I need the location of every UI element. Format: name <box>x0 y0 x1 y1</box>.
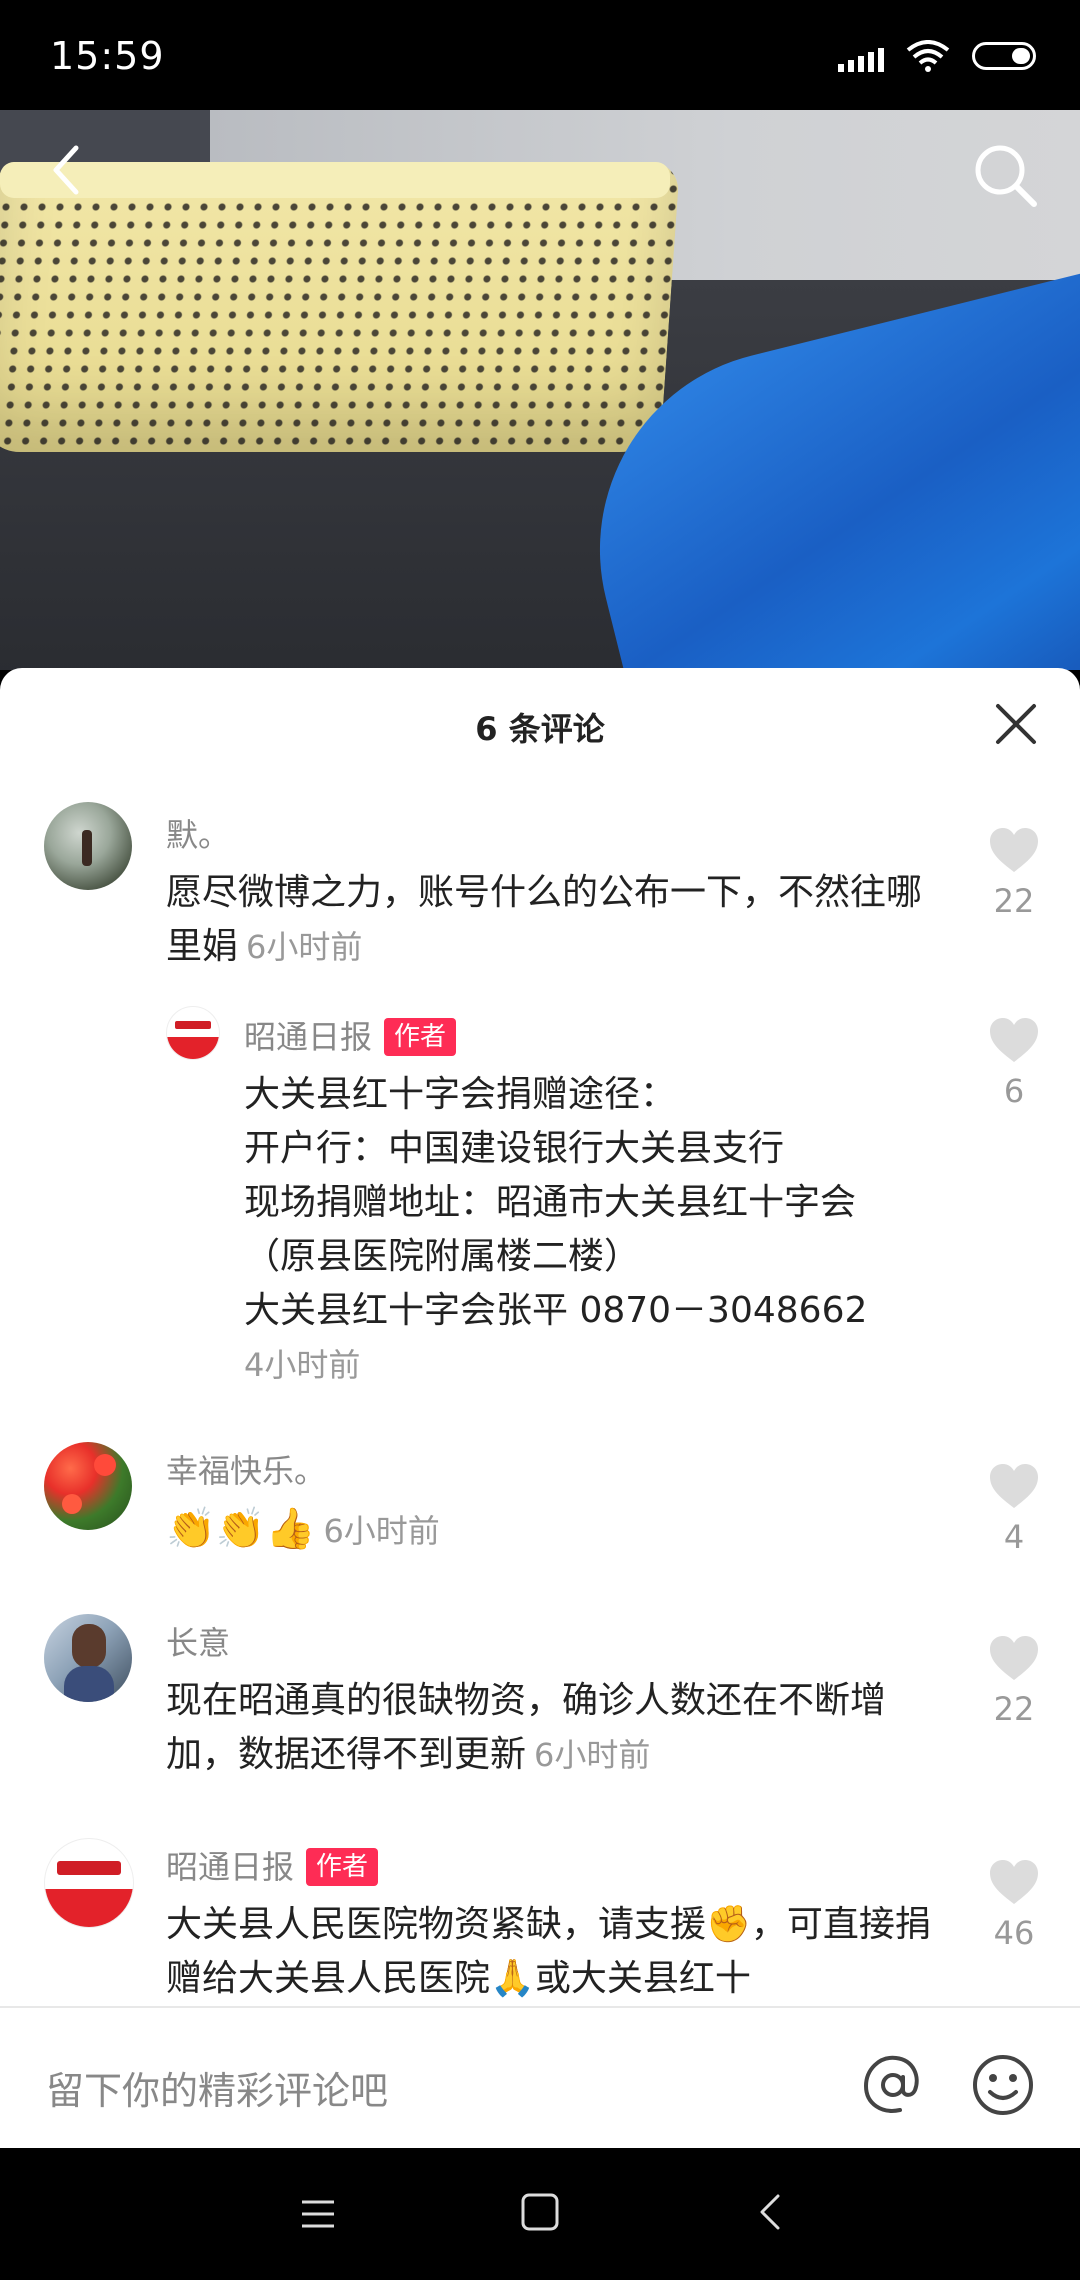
like-count: 6 <box>1003 1072 1025 1110</box>
comment-username[interactable]: 长意 <box>166 1618 230 1664</box>
comments-count-title: 6 条评论 <box>475 710 605 748</box>
sheet-header: 6 条评论 <box>0 668 1080 778</box>
like-count: 22 <box>993 1690 1035 1728</box>
like-count: 4 <box>1003 1518 1025 1556</box>
status-bar: 15:59 <box>0 0 1080 110</box>
avatar[interactable] <box>44 696 132 784</box>
comment-line: 大关县红十字会捐赠途径： <box>244 1074 677 1115</box>
comment-text[interactable]: 大关县人民医院物资紧缺，请支援✊，可直接捐赠给大关县人民医院🙏或大关县红十 <box>166 1898 956 2004</box>
fist-emoji: ✊ <box>706 1904 751 1945</box>
nav-back-icon[interactable] <box>752 2192 792 2232</box>
comment-line: 现场捐赠地址：昭通市大关县红十字会 <box>244 1182 857 1223</box>
wifi-icon <box>906 40 950 72</box>
comment-line: 开户行：中国建设银行大关县支行 <box>244 1128 785 1169</box>
comment-time: 6小时前 <box>323 1512 440 1550</box>
author-avatar[interactable] <box>166 1006 220 1060</box>
avatar[interactable] <box>44 802 132 890</box>
comment-username[interactable]: 昭通日报 作者 <box>244 1012 457 1058</box>
like-button[interactable]: 4 <box>974 1462 1054 1556</box>
author-badge: 作者 <box>306 1848 379 1886</box>
heart-icon <box>990 1636 1038 1680</box>
like-button[interactable]: 46 <box>974 1858 1054 1952</box>
comment-username[interactable]: 幸福快乐。 <box>166 1446 326 1492</box>
menu-icon[interactable] <box>300 2196 336 2232</box>
battery-icon <box>972 42 1036 70</box>
comment-input-bar: 留下你的精彩评论吧 <box>0 2006 1080 2150</box>
comment-body: 或大关县红十 <box>534 1958 751 1999</box>
comment-body: 大关县人民医院物资紧缺，请支援 <box>166 1904 707 1945</box>
avatar[interactable] <box>44 1614 132 1702</box>
clap-emoji: 👏 <box>166 1506 216 1552</box>
comment-body: 现在昭通真的很缺物资，确诊人数还在不断增加，数据还得不到更新 <box>166 1680 887 1775</box>
back-icon[interactable] <box>40 142 96 198</box>
author-name: 昭通日报 <box>244 1018 373 1056</box>
home-icon[interactable] <box>520 2192 560 2232</box>
clap-emoji: 👏 <box>215 1506 266 1552</box>
comment-item-clipped: 昭通日报 作者 大关县人民医院物资紧缺，请支援✊，可直接捐赠给大关县人民医院🙏或大… <box>0 1830 1080 2004</box>
heart-icon <box>990 1018 1038 1062</box>
video-basket-rim <box>0 162 670 198</box>
search-icon[interactable] <box>970 140 1040 210</box>
author-name: 昭通日报 <box>166 1848 295 1886</box>
status-icons <box>838 40 1036 72</box>
heart-icon <box>990 1860 1038 1904</box>
author-badge: 作者 <box>384 1018 457 1056</box>
like-button[interactable]: 6 <box>974 1016 1054 1110</box>
thumbs-up-emoji: 👍 <box>265 1506 316 1552</box>
comment-time: 6小时前 <box>534 1736 651 1774</box>
heart-icon <box>990 1464 1038 1508</box>
comment-username[interactable]: 默。 <box>166 810 230 856</box>
video-basket <box>0 162 681 452</box>
signal-icon <box>838 40 884 72</box>
comment-line: （原县医院附属楼二楼） <box>244 1236 641 1277</box>
system-nav-bar <box>0 2148 1080 2280</box>
like-count: 46 <box>993 1914 1035 1952</box>
avatar[interactable] <box>44 1442 132 1530</box>
status-time: 15:59 <box>50 34 165 78</box>
comment-text[interactable]: 👏👏👍 6小时前 <box>166 1502 946 1558</box>
comment-text[interactable]: 愿尽微博之力，账号什么的公布一下，不然往哪里娟 6小时前 <box>166 866 946 974</box>
comment-text[interactable]: 大关县红十字会捐赠途径： 开户行：中国建设银行大关县支行 现场捐赠地址：昭通市大… <box>244 1068 944 1392</box>
at-mention-icon[interactable] <box>860 2052 926 2118</box>
video-preview[interactable] <box>0 110 1080 670</box>
emoji-icon[interactable] <box>970 2052 1036 2118</box>
author-avatar[interactable] <box>44 1838 134 1928</box>
comment-line: 大关县红十字会张平 0870－3048662 <box>244 1290 868 1331</box>
close-icon[interactable] <box>994 702 1038 746</box>
comment-time: 4小时前 <box>244 1346 361 1384</box>
comment-username[interactable]: 昭通日报 作者 <box>166 1842 379 1888</box>
heart-icon <box>990 828 1038 872</box>
pray-emoji: 🙏 <box>490 1958 535 1999</box>
comment-text[interactable]: 现在昭通真的很缺物资，确诊人数还在不断增加，数据还得不到更新 6小时前 <box>166 1674 956 1782</box>
comment-input[interactable]: 留下你的精彩评论吧 <box>46 2060 388 2115</box>
comment-time: 6小时前 <box>246 928 363 966</box>
like-button[interactable]: 22 <box>974 826 1054 920</box>
like-button[interactable]: 22 <box>974 1634 1054 1728</box>
like-count: 22 <box>993 882 1035 920</box>
